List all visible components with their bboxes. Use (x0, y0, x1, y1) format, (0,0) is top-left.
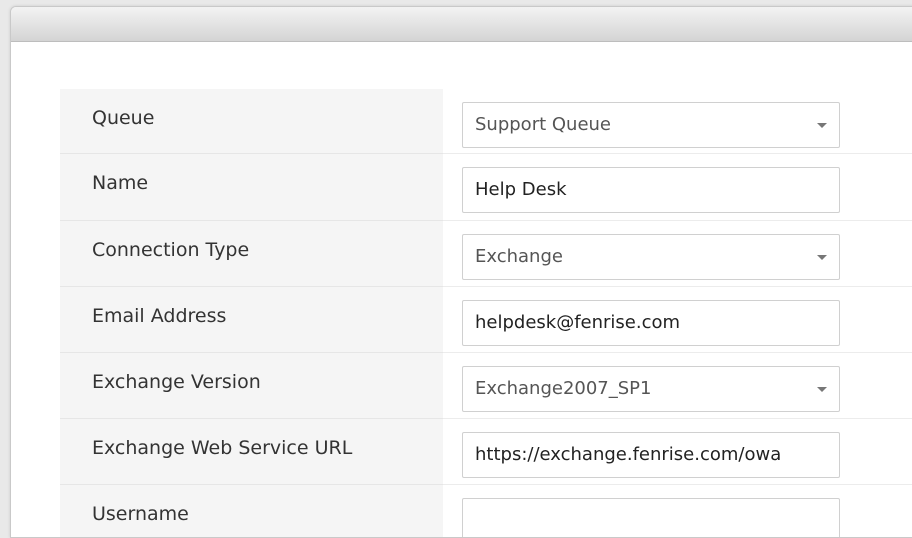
chevron-down-icon (817, 255, 827, 260)
form-row-ews-url: Exchange Web Service URL https://exchang… (60, 419, 912, 485)
chevron-down-icon (817, 123, 827, 128)
ews-url-input[interactable]: https://exchange.fenrise.com/owa (462, 432, 840, 478)
value-cell: https://exchange.fenrise.com/owa (443, 419, 912, 485)
connection-type-selected-value: Exchange (475, 246, 563, 267)
mail-connection-form: Queue Support Queue Name Help Desk Conne… (60, 89, 912, 537)
name-input-value: Help Desk (475, 179, 567, 200)
exchange-version-label: Exchange Version (92, 371, 261, 393)
value-cell: Exchange2007_SP1 (443, 353, 912, 419)
connection-type-select[interactable]: Exchange (462, 234, 840, 280)
chevron-down-icon (817, 387, 827, 392)
form-row-queue: Queue Support Queue (60, 89, 912, 154)
name-input[interactable]: Help Desk (462, 167, 840, 213)
form-row-name: Name Help Desk (60, 154, 912, 221)
queue-select[interactable]: Support Queue (462, 102, 840, 148)
value-cell: Help Desk (443, 154, 912, 221)
label-cell: Exchange Web Service URL (60, 419, 443, 485)
connection-type-label: Connection Type (92, 239, 250, 261)
ews-url-label: Exchange Web Service URL (92, 437, 353, 459)
exchange-version-select[interactable]: Exchange2007_SP1 (462, 366, 840, 412)
label-cell: Email Address (60, 287, 443, 353)
label-cell: Exchange Version (60, 353, 443, 419)
label-cell: Name (60, 154, 443, 221)
label-cell: Username (60, 485, 443, 537)
form-row-username: Username (60, 485, 912, 537)
form-row-connection-type: Connection Type Exchange (60, 221, 912, 287)
label-cell: Queue (60, 89, 443, 154)
exchange-version-selected-value: Exchange2007_SP1 (475, 378, 652, 399)
settings-panel: Queue Support Queue Name Help Desk Conne… (10, 6, 912, 538)
value-cell: Support Queue (443, 89, 912, 154)
username-input[interactable] (462, 498, 840, 537)
email-address-input-value: helpdesk@fenrise.com (475, 312, 681, 333)
email-address-label: Email Address (92, 305, 227, 327)
ews-url-input-value: https://exchange.fenrise.com/owa (475, 444, 782, 465)
panel-header (11, 7, 912, 42)
name-label: Name (92, 172, 149, 194)
value-cell (443, 485, 912, 537)
queue-selected-value: Support Queue (475, 114, 612, 135)
value-cell: Exchange (443, 221, 912, 287)
username-label: Username (92, 503, 189, 525)
email-address-input[interactable]: helpdesk@fenrise.com (462, 300, 840, 346)
queue-label: Queue (92, 107, 155, 129)
label-cell: Connection Type (60, 221, 443, 287)
form-row-email-address: Email Address helpdesk@fenrise.com (60, 287, 912, 353)
form-row-exchange-version: Exchange Version Exchange2007_SP1 (60, 353, 912, 419)
value-cell: helpdesk@fenrise.com (443, 287, 912, 353)
